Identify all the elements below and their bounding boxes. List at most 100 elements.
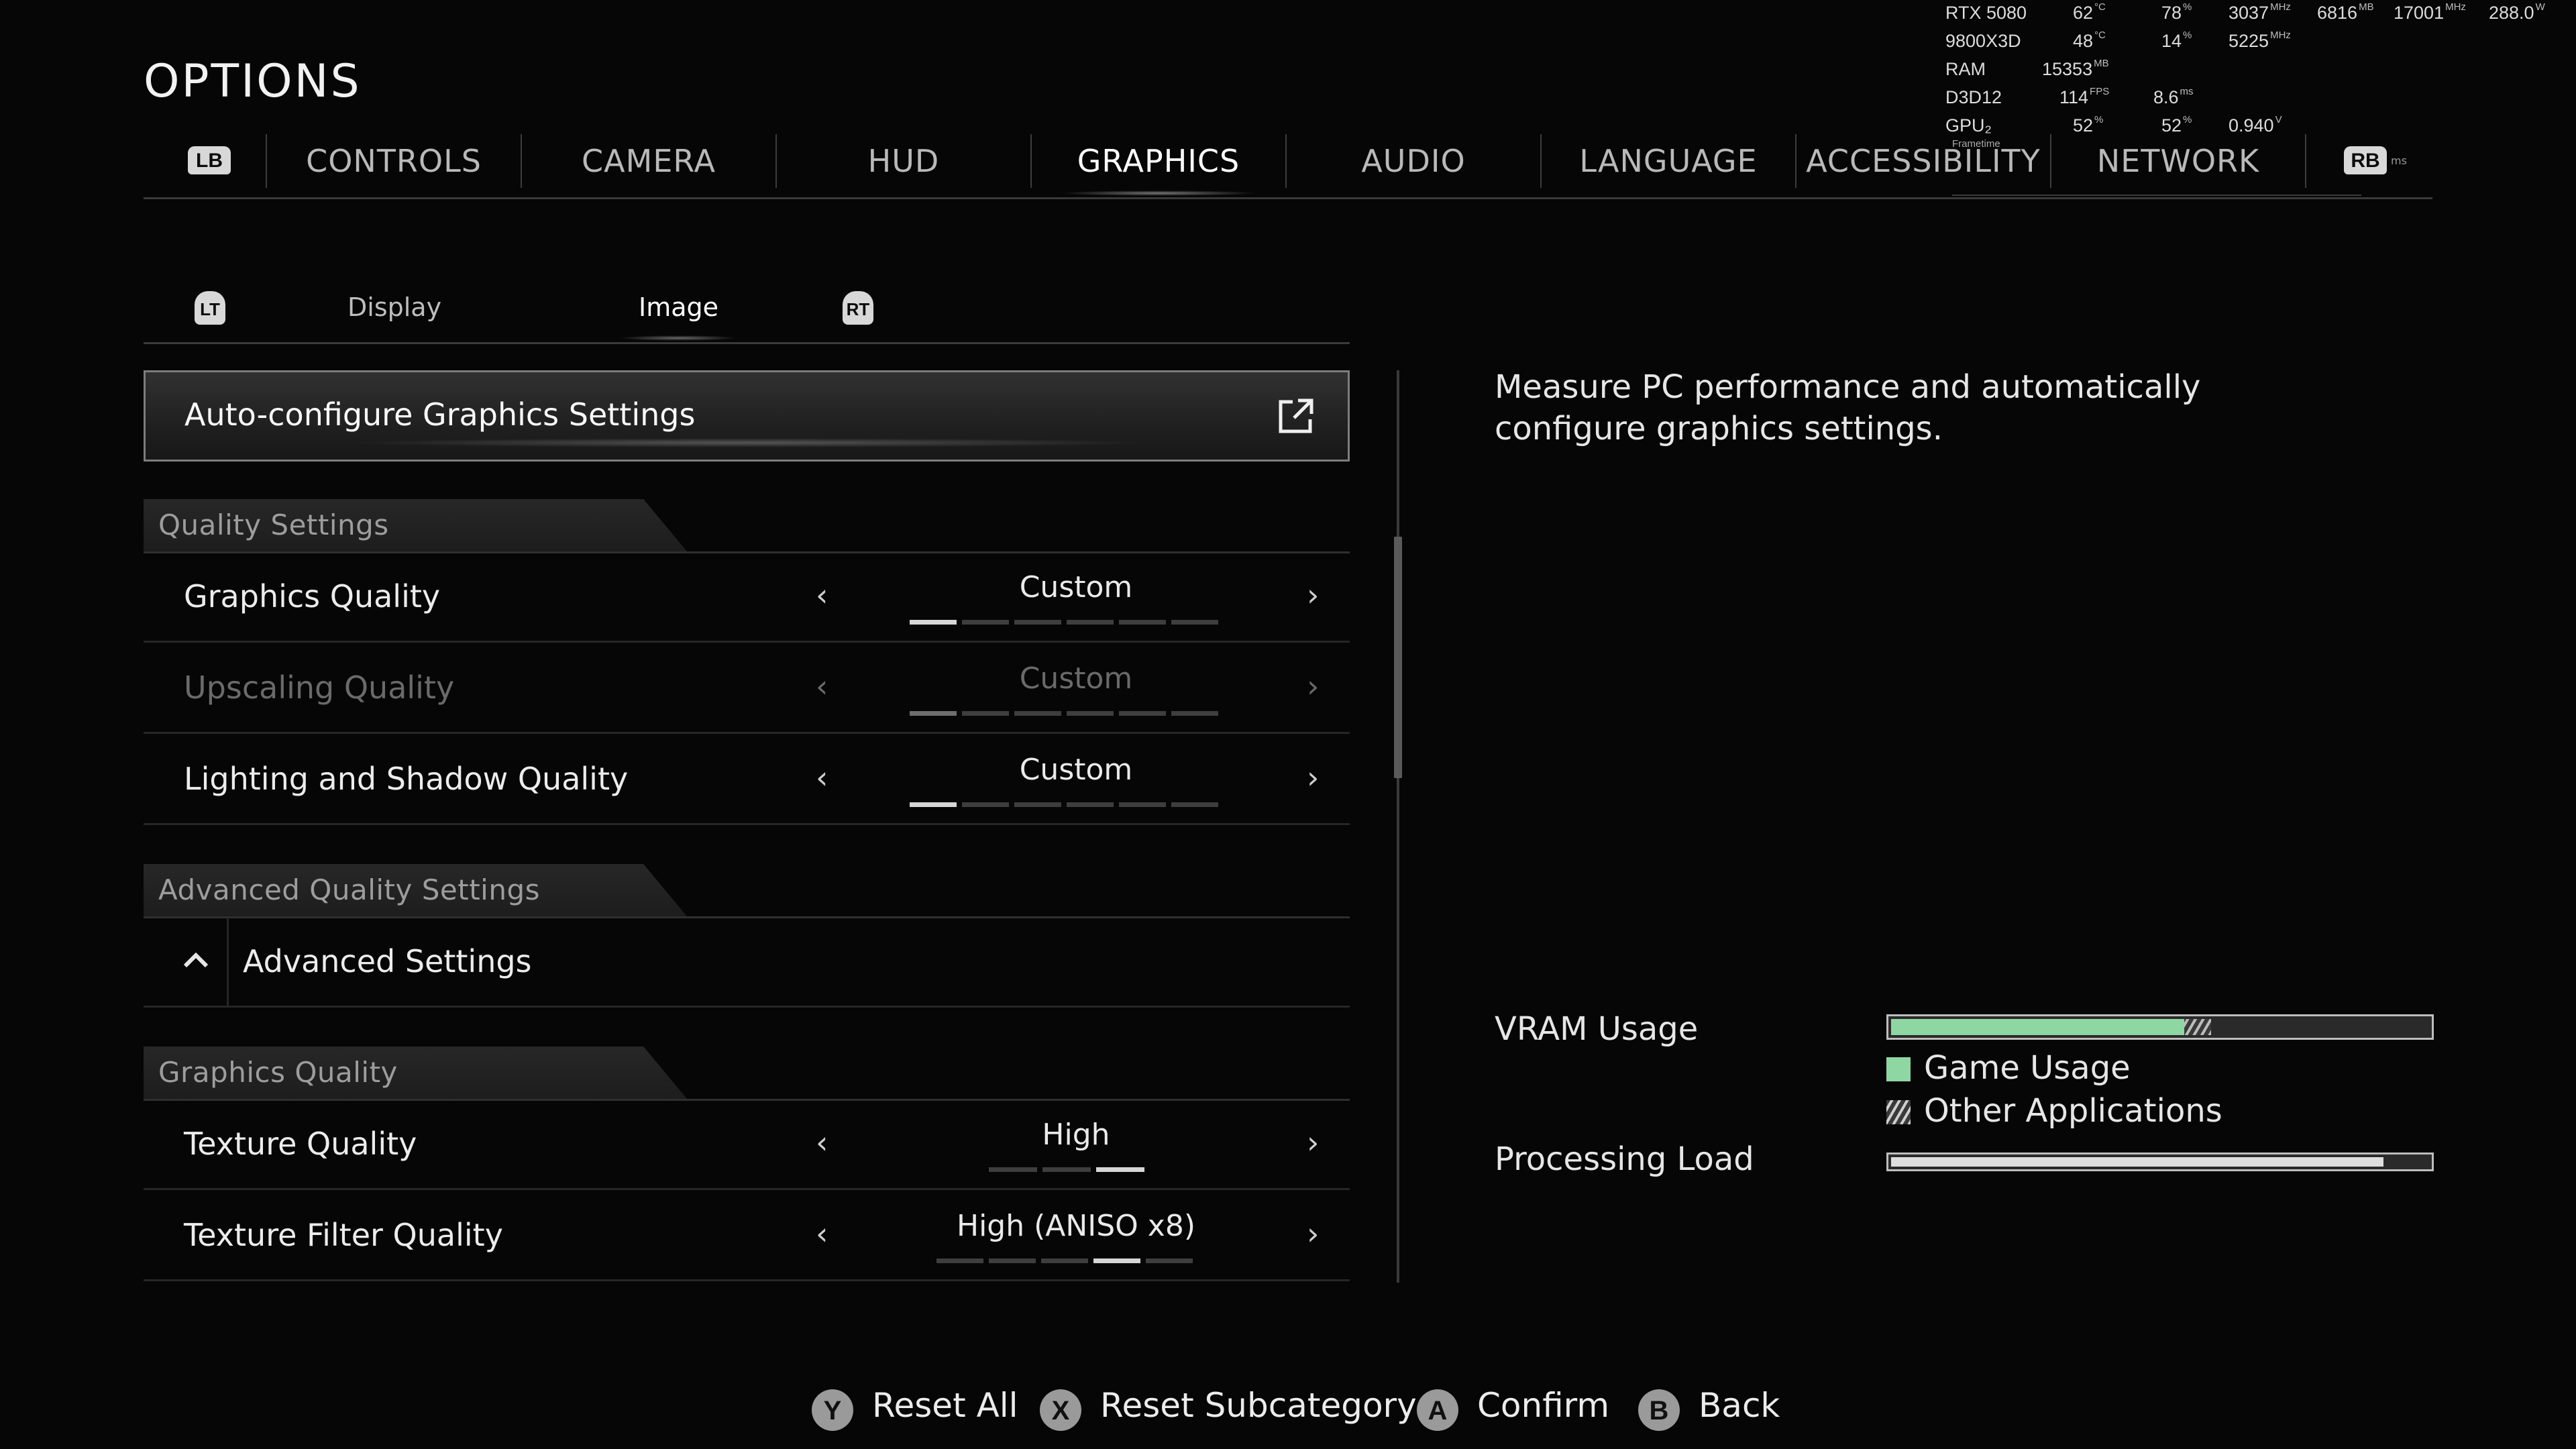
back-button[interactable]: B Back — [1638, 1386, 1780, 1431]
setting-description: Measure PC performance and automatically… — [1495, 368, 2201, 447]
vram-game-usage-fill — [1891, 1019, 2184, 1035]
overlay-gpu-name: RTX 5080 — [1945, 3, 2027, 23]
tab-accessibility[interactable]: ACCESSIBILITY — [1796, 131, 2050, 191]
level-segment — [1067, 802, 1114, 807]
chevron-right-icon: › — [1307, 668, 1320, 704]
subtab-image[interactable]: Image — [618, 292, 739, 341]
overlay-ram-used: 15353 — [2042, 59, 2093, 79]
setting-row-graphics-quality[interactable]: Graphics Quality ‹ Custom › — [144, 553, 1350, 643]
chevron-right-icon[interactable]: › — [1307, 759, 1319, 796]
auto-configure-button[interactable]: Auto-configure Graphics Settings — [144, 370, 1350, 462]
overlay-mem-clock: 17001 — [2394, 3, 2445, 23]
overlay-gpu-vram: 6816 — [2317, 3, 2358, 23]
setting-label: Texture Quality — [184, 1126, 417, 1162]
legend-other-applications: Other Applications — [1886, 1092, 2222, 1130]
chevron-left-icon[interactable]: ‹ — [816, 1124, 828, 1161]
level-segment — [1042, 1167, 1091, 1172]
setting-label: Upscaling Quality — [184, 669, 455, 706]
subtab-bar: LT Display Image RT — [144, 282, 1350, 343]
confirm-button[interactable]: A Confirm — [1417, 1386, 1609, 1431]
section-title: Advanced Quality Settings — [158, 873, 540, 906]
chevron-right-icon[interactable]: › — [1307, 577, 1319, 613]
tab-network[interactable]: NETWORK — [2051, 131, 2305, 191]
auto-configure-label: Auto-configure Graphics Settings — [184, 396, 696, 433]
tab-controls[interactable]: CONTROLS — [267, 131, 521, 191]
level-segment — [910, 620, 957, 625]
overlay-frametime: 8.6 — [2153, 87, 2179, 107]
chevron-right-icon[interactable]: › — [1307, 1216, 1319, 1252]
processing-load-fill — [1891, 1157, 2383, 1167]
section-title: Quality Settings — [158, 508, 389, 541]
prompt-label: Back — [1699, 1386, 1780, 1425]
level-segment — [1014, 620, 1061, 625]
overlay-gpu-clock: 3037 — [2229, 3, 2269, 23]
reset-subcategory-button[interactable]: X Reset Subcategory — [1040, 1386, 1417, 1431]
level-segment — [1096, 1167, 1144, 1172]
section-header-advanced-quality-settings: Advanced Quality Settings — [144, 864, 1350, 918]
processing-load-bar — [1886, 1152, 2434, 1171]
chevron-left-icon[interactable]: ‹ — [816, 1216, 828, 1252]
setting-value: High (ANISO x8) — [956, 1209, 1196, 1243]
overlay-ram-label: RAM — [1945, 59, 1986, 79]
setting-row-texture-filter-quality[interactable]: Texture Filter Quality ‹ High (ANISO x8)… — [144, 1191, 1350, 1281]
subtab-underline — [144, 342, 1350, 344]
setting-label: Graphics Quality — [184, 578, 441, 614]
level-segment — [1146, 1258, 1193, 1263]
level-segment — [962, 620, 1009, 625]
chevron-left-icon[interactable]: ‹ — [816, 759, 828, 796]
overlay-row-cpu: 9800X3D 48 °C 14% 5225 MHz — [1945, 30, 2291, 51]
level-segment — [1119, 802, 1166, 807]
section-title: Graphics Quality — [158, 1056, 398, 1089]
level-segment — [910, 711, 957, 716]
vram-usage-label: VRAM Usage — [1495, 1010, 1699, 1048]
rb-button-icon[interactable]: RB — [2344, 146, 2387, 174]
setting-value: Custom — [1019, 661, 1133, 696]
tab-graphics[interactable]: GRAPHICS — [1032, 131, 1285, 196]
overlay-cpu-temp: 48 — [2073, 31, 2094, 51]
tab-underline — [144, 197, 2432, 199]
lb-button-icon[interactable]: LB — [188, 146, 231, 174]
setting-row-lighting-shadow-quality[interactable]: Lighting and Shadow Quality ‹ Custom › — [144, 735, 1350, 825]
page-title: OPTIONS — [144, 55, 362, 108]
setting-row-texture-quality[interactable]: Texture Quality ‹ High › — [144, 1100, 1350, 1190]
prompt-label: Reset All — [872, 1386, 1018, 1425]
legend-game-usage: Game Usage — [1886, 1049, 2131, 1087]
lt-trigger-icon[interactable]: LT — [195, 291, 225, 325]
level-segment — [989, 1258, 1036, 1263]
level-segment — [1014, 711, 1061, 716]
setting-label: Lighting and Shadow Quality — [184, 761, 629, 797]
overlay-row-gpu: RTX 5080 62 °C 78% 3037 MHz 6816 MB 17001 MH… — [1945, 1, 2545, 23]
tab-camera[interactable]: CAMERA — [522, 131, 775, 191]
level-segment — [1067, 711, 1114, 716]
rt-trigger-icon[interactable]: RT — [843, 291, 873, 325]
settings-scrollbar-track[interactable] — [1397, 370, 1399, 1283]
chevron-right-icon[interactable]: › — [1307, 1124, 1319, 1161]
subtab-display[interactable]: Display — [347, 292, 441, 322]
level-segment — [936, 1258, 983, 1263]
advanced-settings-toggle[interactable]: Advanced Settings — [144, 918, 1350, 1008]
chevron-left-icon[interactable]: ‹ — [816, 577, 828, 613]
a-button-icon: A — [1417, 1389, 1458, 1431]
setting-row-upscaling-quality: Upscaling Quality ‹ Custom › — [144, 644, 1350, 734]
performance-overlay: RTX 5080 62 °C 78% 3037 MHz 6816 MB 17001 MH… — [1945, 1, 2576, 150]
tab-audio[interactable]: AUDIO — [1287, 131, 1540, 191]
processing-load-label: Processing Load — [1495, 1140, 1754, 1178]
game-usage-swatch-icon — [1886, 1057, 1911, 1081]
overlay-api-label: D3D12 — [1945, 87, 2002, 107]
overlay-gpu-load: 78 — [2161, 3, 2182, 23]
overlay-row-api: D3D12 114 FPS 8.6 ms — [1945, 86, 2194, 107]
section-header-quality-settings: Quality Settings — [144, 499, 1350, 553]
tab-hud[interactable]: HUD — [777, 131, 1030, 191]
chevron-left-icon: ‹ — [816, 668, 828, 704]
prompt-label: Confirm — [1477, 1386, 1610, 1425]
level-segment — [989, 1167, 1037, 1172]
reset-all-button[interactable]: Y Reset All — [812, 1386, 1018, 1431]
other-applications-swatch-icon — [1886, 1100, 1911, 1124]
vram-usage-bar — [1886, 1014, 2434, 1040]
settings-scrollbar-thumb[interactable] — [1394, 537, 1402, 778]
level-segment — [1119, 711, 1166, 716]
setting-value: High — [1042, 1118, 1110, 1152]
setting-label: Texture Filter Quality — [184, 1217, 503, 1253]
level-segment — [1119, 620, 1166, 625]
tab-language[interactable]: LANGUAGE — [1542, 131, 1795, 191]
